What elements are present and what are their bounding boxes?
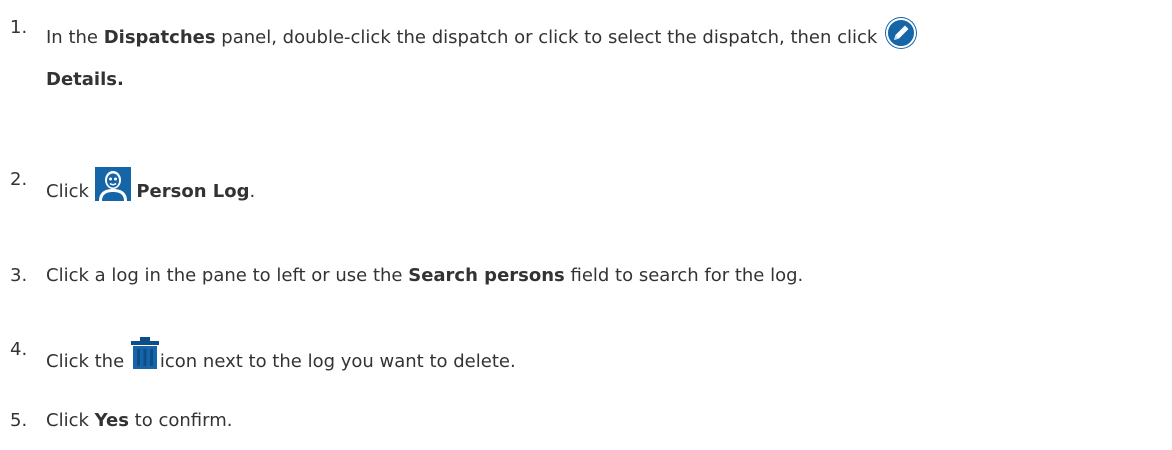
person-log-icon — [94, 167, 131, 205]
yes-label: Yes — [94, 410, 129, 431]
step-number: 2. — [10, 169, 28, 190]
step-text: Click Person Log. — [46, 167, 255, 205]
step-text: Click Yes to confirm. — [46, 410, 233, 431]
step-text: Click a log in the pane to left or use t… — [46, 265, 804, 286]
step-text: Details. — [46, 67, 124, 93]
trash-icon — [130, 337, 160, 375]
step-number: 3. — [10, 265, 28, 286]
edit-pencil-icon — [883, 15, 919, 51]
step-number: 1. — [10, 17, 28, 38]
step-text: In the Dispatches panel, double-click th… — [46, 15, 919, 51]
step-number: 5. — [10, 410, 28, 431]
dispatches-label: Dispatches — [103, 27, 216, 48]
step-number: 4. — [10, 339, 28, 360]
person-log-label: Person Log — [136, 181, 250, 202]
details-label: Details. — [46, 69, 124, 90]
search-persons-label: Search persons — [408, 265, 565, 286]
step-text: Click the icon next to the log you want … — [46, 337, 516, 375]
